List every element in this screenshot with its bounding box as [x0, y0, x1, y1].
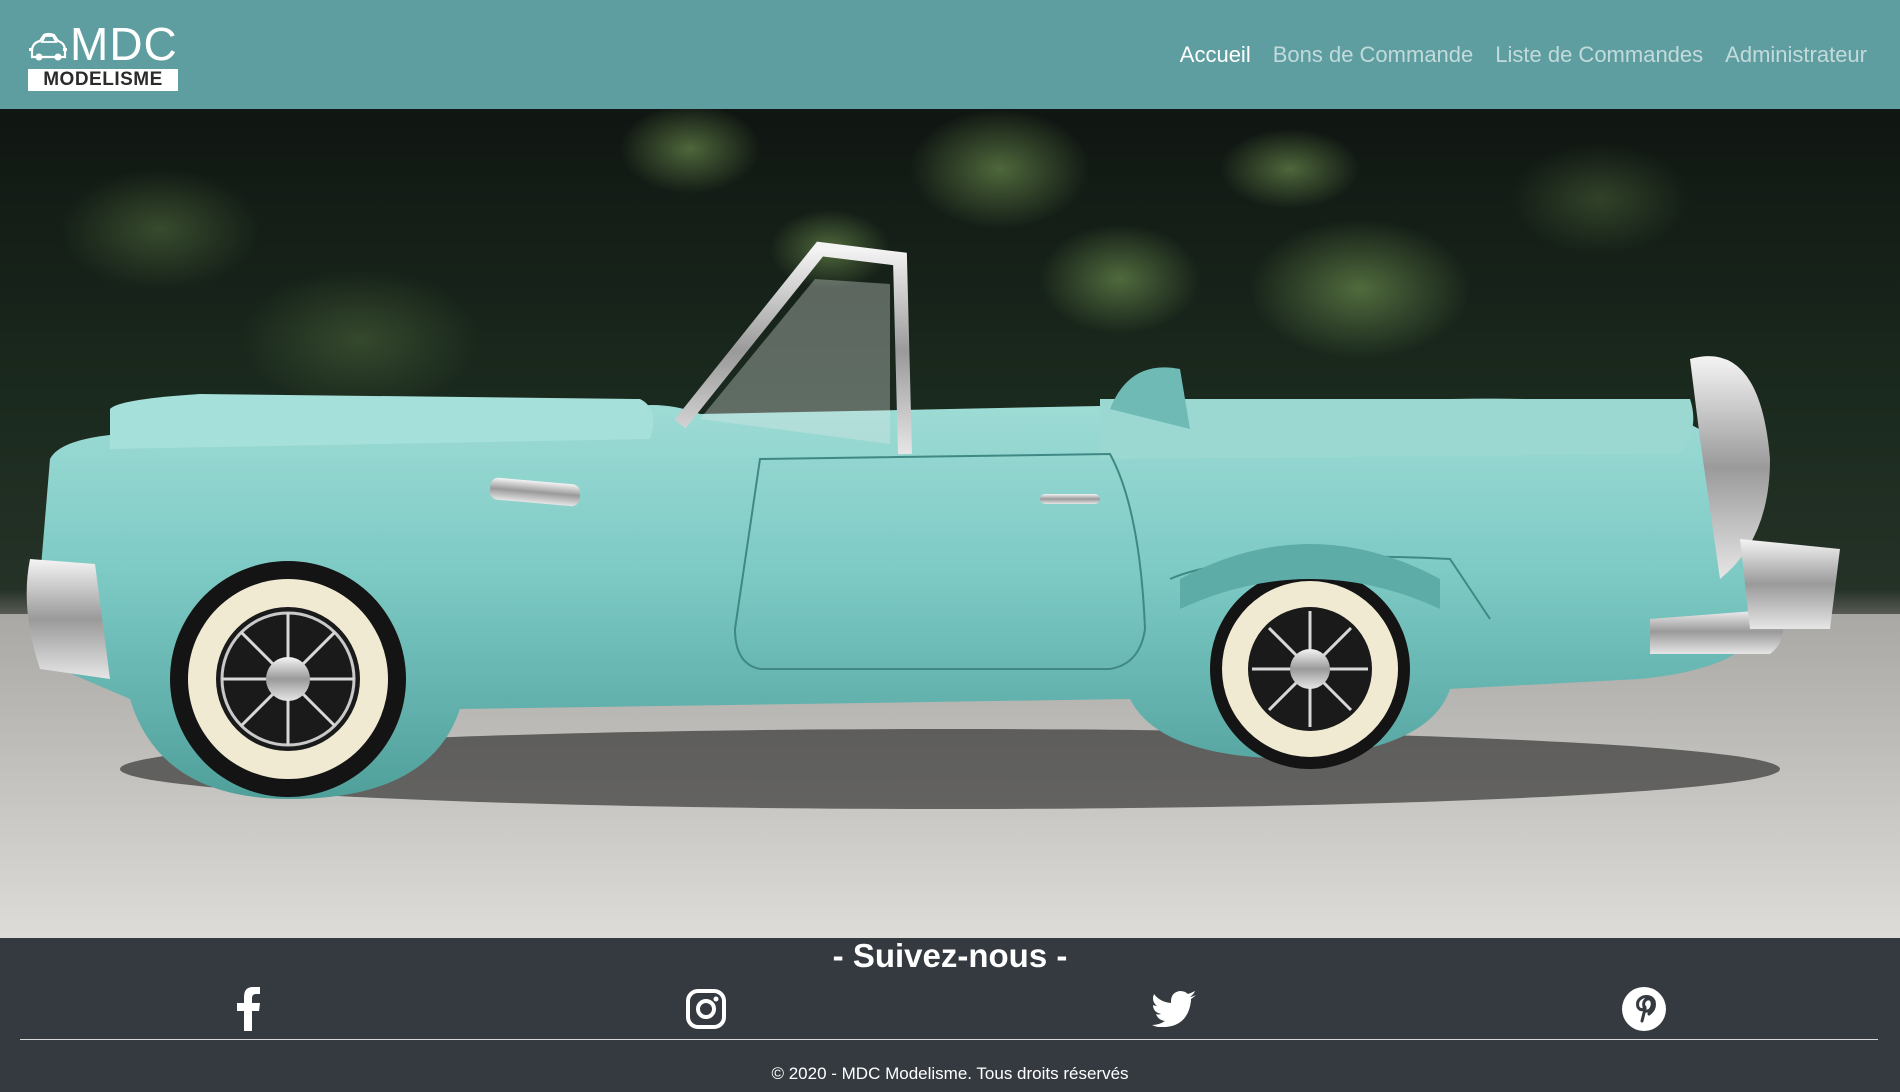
hero-image: [0, 109, 1900, 938]
hero-car-illustration: [0, 109, 1900, 938]
social-links: [0, 986, 1900, 1036]
main-nav: Accueil Bons de Commande Liste de Comman…: [1180, 42, 1867, 68]
follow-us-title: - Suivez-nous -: [832, 937, 1068, 974]
pinterest-icon[interactable]: [1621, 986, 1667, 1032]
nav-link-administrateur[interactable]: Administrateur: [1725, 42, 1867, 68]
nav-link-accueil[interactable]: Accueil: [1180, 42, 1251, 68]
instagram-icon[interactable]: [683, 986, 729, 1032]
top-navbar: MDC MODELISME Accueil Bons de Commande L…: [0, 0, 1900, 109]
car-icon: [29, 32, 67, 60]
facebook-icon[interactable]: [225, 986, 271, 1032]
brand-subtitle: MODELISME: [28, 68, 178, 91]
nav-link-bons-de-commande[interactable]: Bons de Commande: [1273, 42, 1474, 68]
footer-divider: [20, 1039, 1878, 1040]
site-footer: - Suivez-nous - © 2020 - MDC Modelisme. …: [0, 938, 1900, 1092]
twitter-icon[interactable]: [1151, 986, 1197, 1032]
brand-title: MDC: [70, 17, 178, 70]
nav-link-liste-de-commandes[interactable]: Liste de Commandes: [1495, 42, 1703, 68]
copyright-text: © 2020 - MDC Modelisme. Tous droits rése…: [771, 1064, 1129, 1083]
brand-logo[interactable]: MDC MODELISME: [28, 19, 180, 91]
